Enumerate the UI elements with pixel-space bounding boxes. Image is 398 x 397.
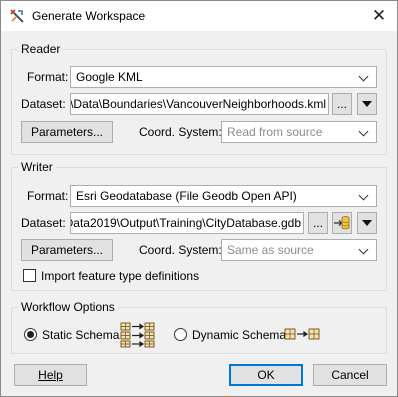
- dynamic-schema-radio[interactable]: [174, 328, 187, 341]
- database-arrow-icon: [334, 216, 350, 230]
- reader-group-title: Reader: [18, 42, 64, 56]
- workflow-options-group: Workflow Options Static Schema Dynamic S…: [11, 300, 387, 354]
- chevron-down-icon: [360, 67, 370, 87]
- workflow-options-title: Workflow Options: [18, 300, 118, 314]
- close-button[interactable]: ✕: [367, 5, 391, 27]
- writer-dataset-input[interactable]: EData2019\Output\Training\CityDatabase.g…: [70, 212, 304, 234]
- dynamic-schema-icon: [284, 328, 320, 340]
- generate-workspace-dialog: Generate Workspace ✕ Reader Format: Goog…: [0, 0, 398, 397]
- writer-dataset-value: EData2019\Output\Training\CityDatabase.g…: [70, 216, 301, 230]
- writer-group: Writer Format: Esri Geodatabase (File Ge…: [11, 160, 387, 291]
- writer-format-label: Format:: [27, 189, 69, 203]
- reader-format-value: Google KML: [76, 70, 143, 84]
- writer-format-value: Esri Geodatabase (File Geodb Open API): [76, 189, 297, 203]
- reader-dataset-input[interactable]: 019\Data\Boundaries\VancouverNeighborhoo…: [70, 93, 329, 115]
- chevron-down-icon: [360, 122, 370, 142]
- chevron-down-icon: [360, 240, 370, 260]
- reader-coord-value: Read from source: [227, 125, 323, 139]
- writer-dataset-menu-button[interactable]: [357, 212, 377, 234]
- help-button-label: Help: [38, 368, 63, 382]
- reader-dataset-value: 019\Data\Boundaries\VancouverNeighborhoo…: [70, 97, 326, 111]
- writer-dataset-label: Dataset:: [21, 216, 66, 230]
- triangle-down-icon: [362, 220, 372, 226]
- dialog-title: Generate Workspace: [32, 9, 146, 23]
- title-bar: Generate Workspace ✕: [1, 1, 397, 31]
- import-feature-types-checkbox[interactable]: [23, 269, 36, 282]
- reader-group: Reader Format: Google KML Dataset: 019\D…: [11, 42, 387, 155]
- reader-format-select[interactable]: Google KML: [70, 66, 377, 88]
- writer-coord-select[interactable]: Same as source: [221, 239, 377, 261]
- writer-dataset-tools-button[interactable]: [332, 212, 352, 234]
- reader-coord-select[interactable]: Read from source: [221, 121, 377, 143]
- writer-group-title: Writer: [18, 160, 56, 174]
- fme-workbench-icon: [10, 9, 24, 23]
- static-schema-label[interactable]: Static Schema: [42, 328, 119, 342]
- cancel-button[interactable]: Cancel: [313, 364, 387, 386]
- reader-coord-label: Coord. System:: [139, 125, 222, 139]
- dynamic-schema-label[interactable]: Dynamic Schema: [192, 328, 286, 342]
- triangle-down-icon: [362, 101, 372, 107]
- reader-parameters-button[interactable]: Parameters...: [21, 121, 113, 143]
- static-schema-radio[interactable]: [24, 328, 37, 341]
- reader-browse-button[interactable]: ...: [332, 93, 352, 115]
- reader-format-label: Format:: [27, 70, 69, 84]
- writer-browse-button[interactable]: ...: [308, 212, 328, 234]
- writer-format-select[interactable]: Esri Geodatabase (File Geodb Open API): [70, 185, 377, 207]
- writer-coord-label: Coord. System:: [139, 243, 222, 257]
- reader-dataset-menu-button[interactable]: [357, 93, 377, 115]
- writer-parameters-button[interactable]: Parameters...: [21, 239, 113, 261]
- ok-button[interactable]: OK: [229, 364, 303, 386]
- chevron-down-icon: [360, 186, 370, 206]
- import-feature-types-label[interactable]: Import feature type definitions: [41, 269, 199, 283]
- help-button[interactable]: Help: [14, 364, 87, 386]
- writer-coord-value: Same as source: [227, 243, 314, 257]
- reader-dataset-label: Dataset:: [21, 97, 66, 111]
- static-schema-icon: [120, 322, 155, 348]
